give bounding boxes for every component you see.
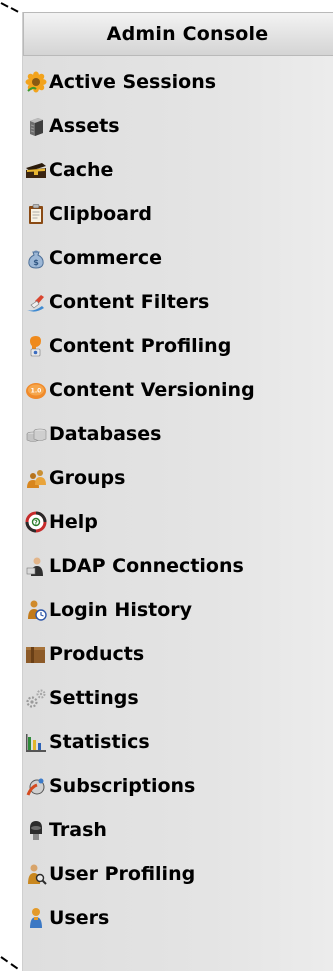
dashed-border-segment — [10, 963, 19, 970]
menu-item-cache[interactable]: Cache — [23, 148, 333, 192]
menu-item-label: Help — [49, 511, 98, 533]
menu-item-label: Products — [49, 643, 145, 665]
menu-item-active-sessions[interactable]: Active Sessions — [23, 60, 333, 104]
svg-text:?: ? — [34, 520, 38, 527]
menu-item-label: User Profiling — [49, 863, 196, 885]
svg-text:1.0: 1.0 — [31, 388, 42, 395]
menu-item-commerce[interactable]: $ Commerce — [23, 236, 333, 280]
dashed-border-segment — [0, 956, 9, 963]
menu-item-users[interactable]: Users — [23, 896, 333, 940]
menu-item-content-filters[interactable]: Content Filters — [23, 280, 333, 324]
menu-item-label: Content Profiling — [49, 335, 232, 357]
menu-item-label: Login History — [49, 599, 193, 621]
menu-item-assets[interactable]: Assets — [23, 104, 333, 148]
trash-icon — [25, 819, 47, 841]
menu-item-label: Databases — [49, 423, 162, 445]
panel-title: Admin Console — [106, 23, 269, 45]
menu-item-label: Assets — [49, 115, 120, 137]
panel-header: Admin Console — [23, 12, 333, 56]
dashed-border-segment — [10, 7, 19, 13]
person-profile-icon — [25, 335, 47, 357]
admin-console-panel: Admin Console Active Sessions Assets Cac… — [22, 12, 333, 971]
menu-item-user-profiling[interactable]: User Profiling — [23, 852, 333, 896]
bar-chart-icon — [25, 731, 47, 753]
lifebuoy-icon: ? — [25, 511, 47, 533]
menu-item-label: LDAP Connections — [49, 555, 244, 577]
menu-item-trash[interactable]: Trash — [23, 808, 333, 852]
user-icon — [25, 907, 47, 929]
subscriptions-icon — [25, 775, 47, 797]
menu-item-products[interactable]: Products — [23, 632, 333, 676]
menu-item-label: Subscriptions — [49, 775, 196, 797]
menu-item-label: Clipboard — [49, 203, 153, 225]
version-badge-icon: 1.0 — [25, 379, 47, 401]
menu-item-label: Statistics — [49, 731, 150, 753]
menu-item-content-profiling[interactable]: Content Profiling — [23, 324, 333, 368]
menu-item-content-versioning[interactable]: 1.0 Content Versioning — [23, 368, 333, 412]
menu-item-clipboard[interactable]: Clipboard — [23, 192, 333, 236]
menu-item-label: Groups — [49, 467, 126, 489]
menu-item-label: Cache — [49, 159, 114, 181]
menu-item-groups[interactable]: Groups — [23, 456, 333, 500]
server-icon — [25, 115, 47, 137]
menu-item-ldap-connections[interactable]: LDAP Connections — [23, 544, 333, 588]
menu-item-login-history[interactable]: Login History — [23, 588, 333, 632]
box-icon — [25, 643, 47, 665]
funnel-icon — [25, 291, 47, 313]
group-icon — [25, 467, 47, 489]
dashed-border-segment — [0, 2, 9, 8]
menu-item-label: Commerce — [49, 247, 162, 269]
menu-item-label: Users — [49, 907, 110, 929]
menu-item-label: Settings — [49, 687, 139, 709]
admin-menu: Active Sessions Assets Cache Clipboard $… — [23, 60, 333, 940]
svg-text:$: $ — [33, 258, 39, 267]
menu-item-settings[interactable]: Settings — [23, 676, 333, 720]
menu-item-label: Content Versioning — [49, 379, 255, 401]
treasure-chest-icon — [25, 159, 47, 181]
menu-item-label: Content Filters — [49, 291, 210, 313]
money-bag-icon: $ — [25, 247, 47, 269]
menu-item-label: Active Sessions — [49, 71, 217, 93]
menu-item-databases[interactable]: Databases — [23, 412, 333, 456]
admin-console-screen: Admin Console Active Sessions Assets Cac… — [0, 0, 333, 971]
menu-item-statistics[interactable]: Statistics — [23, 720, 333, 764]
gears-icon — [25, 687, 47, 709]
login-history-icon — [25, 599, 47, 621]
ldap-user-icon — [25, 555, 47, 577]
menu-item-label: Trash — [49, 819, 107, 841]
sunflower-icon — [25, 71, 47, 93]
menu-item-subscriptions[interactable]: Subscriptions — [23, 764, 333, 808]
user-search-icon — [25, 863, 47, 885]
database-icon — [25, 423, 47, 445]
clipboard-icon — [25, 203, 47, 225]
menu-item-help[interactable]: ? Help — [23, 500, 333, 544]
